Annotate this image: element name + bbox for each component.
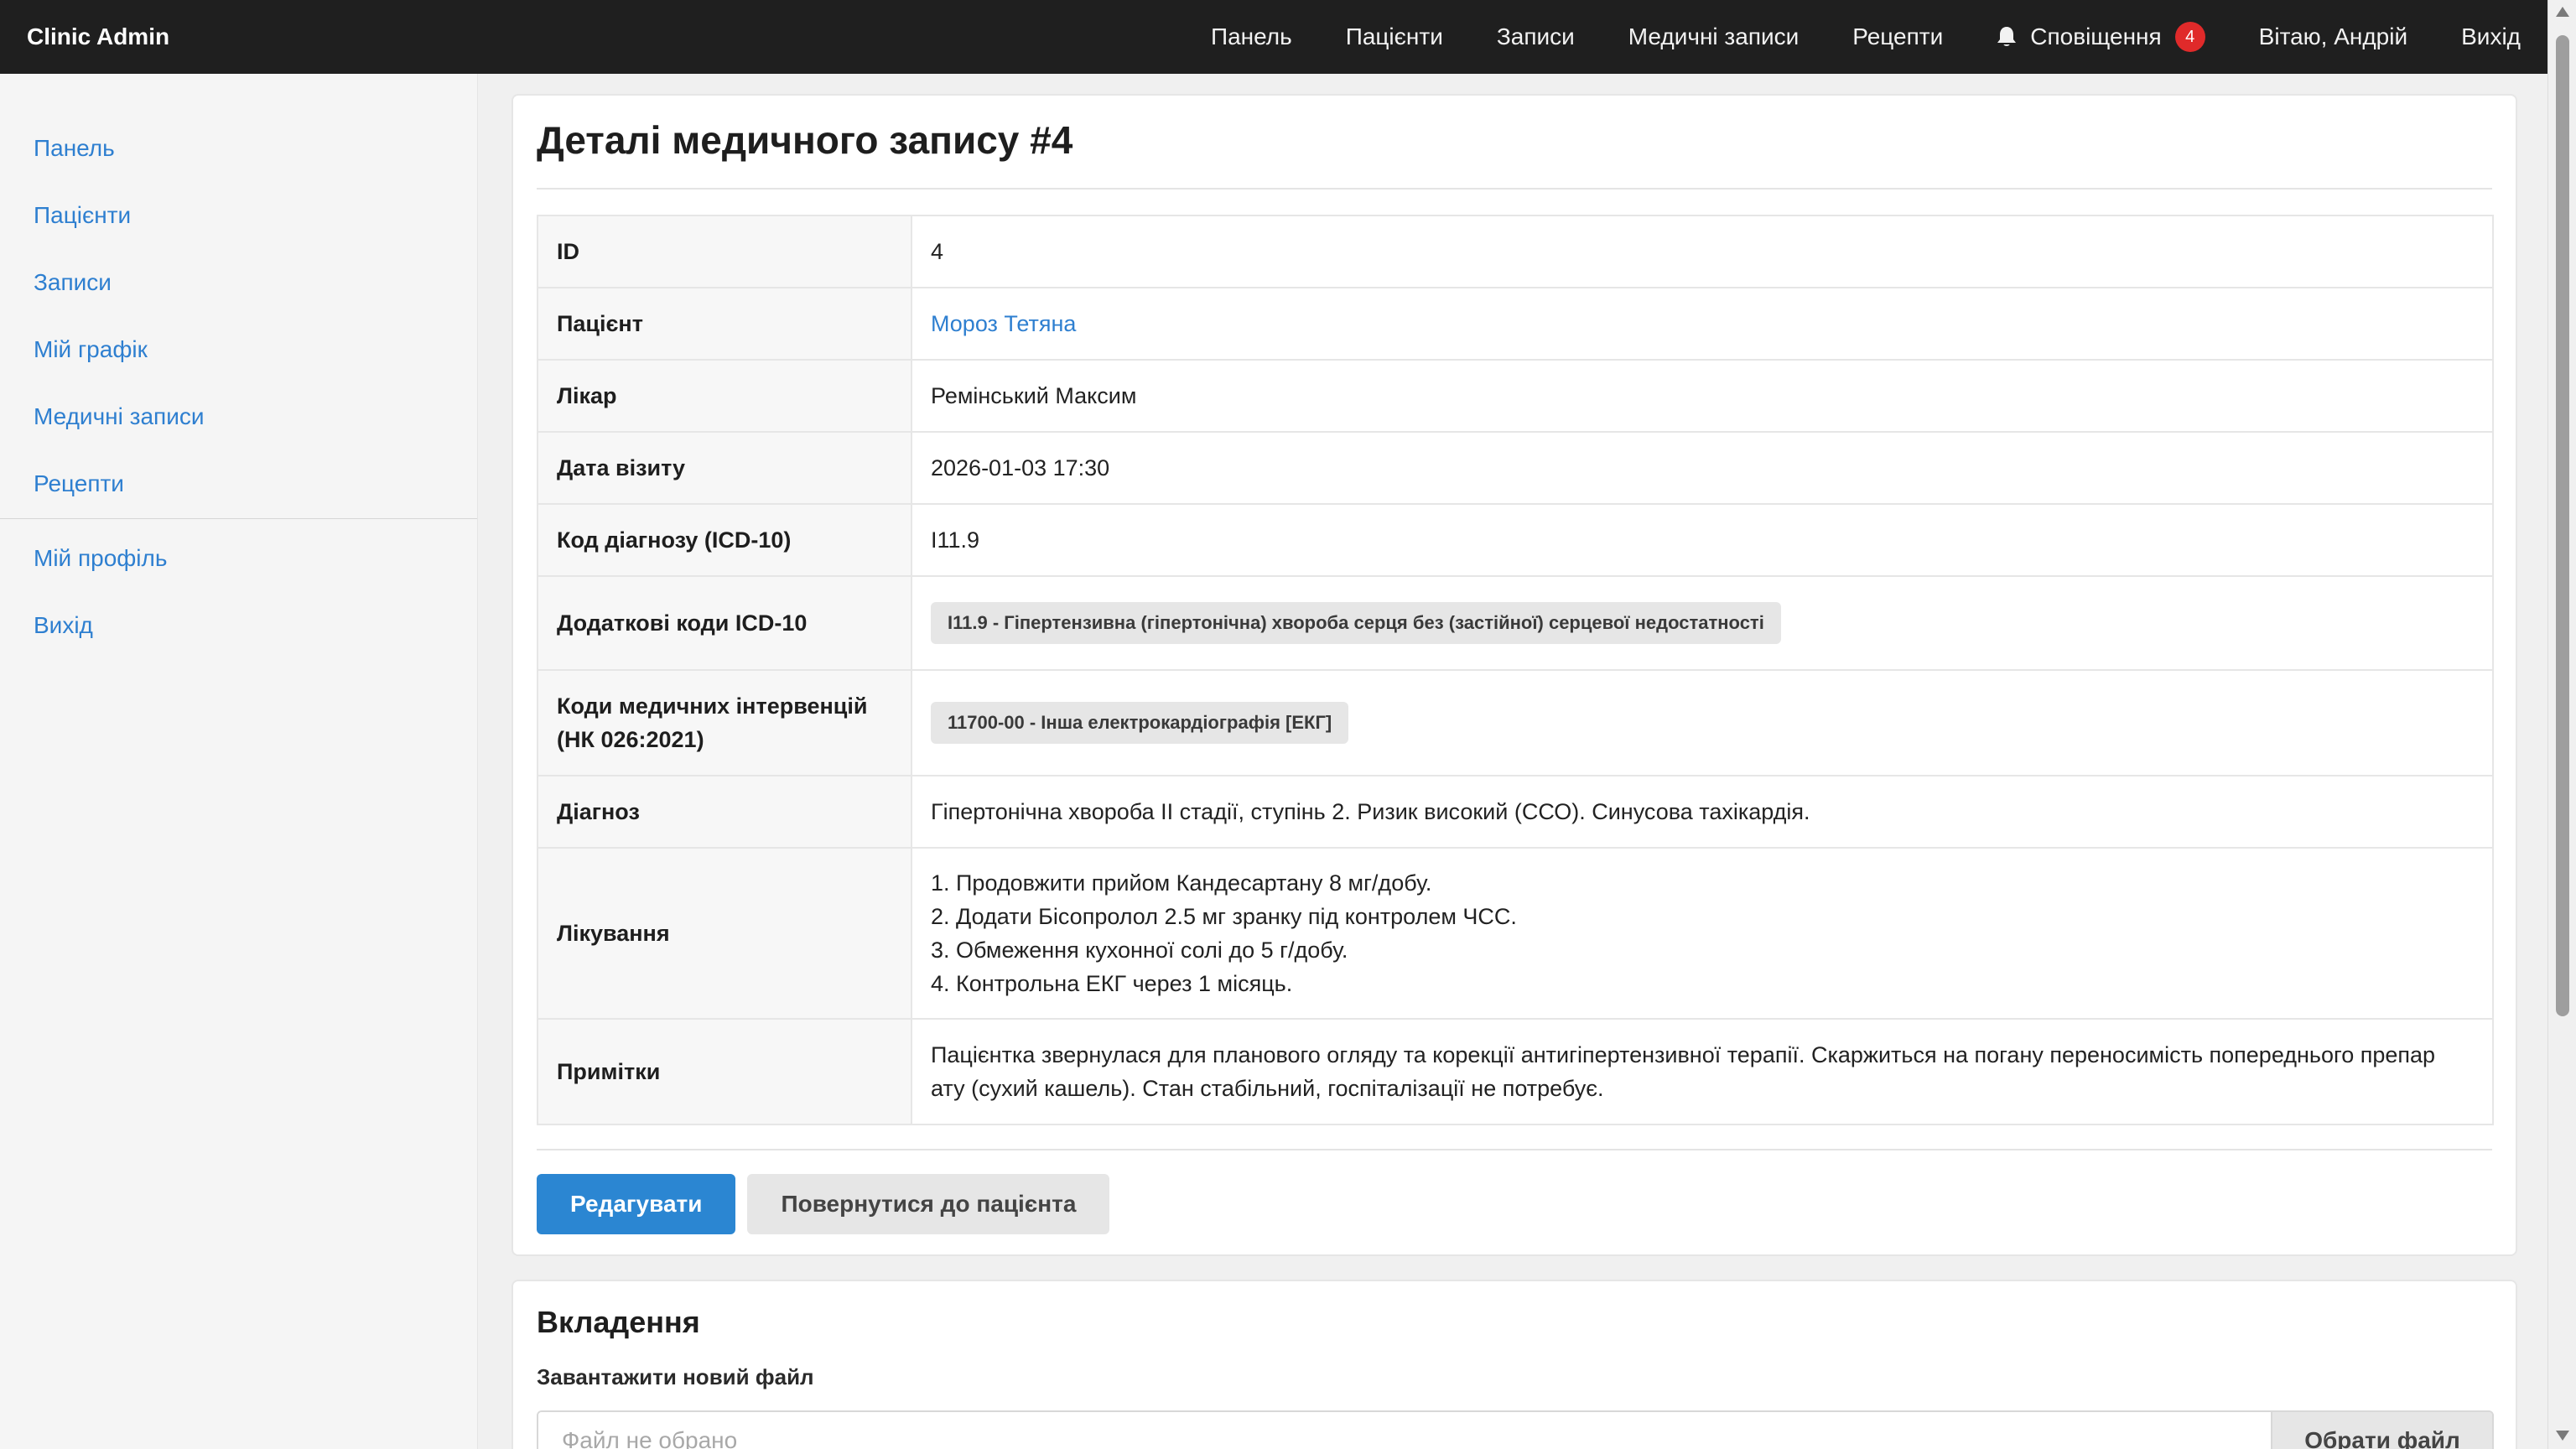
topnav-item-appointments[interactable]: Записи: [1497, 23, 1575, 50]
scroll-down-arrow-icon[interactable]: [2556, 1431, 2569, 1441]
edit-button[interactable]: Редагувати: [537, 1174, 736, 1234]
notes-line: Пацієнтка звернулася для планового огляд…: [931, 1042, 2436, 1067]
notifications-count-badge: 4: [2174, 22, 2205, 52]
interventions-label-line-2: (НК 026:2021): [557, 727, 704, 752]
sidebar-item-logout[interactable]: Вихід: [0, 605, 477, 672]
row-label-diagnosis: Діагноз: [537, 775, 912, 849]
scrollbar-thumb[interactable]: [2556, 35, 2569, 1016]
row-label-notes: Примітки: [537, 1018, 912, 1125]
table-row: Код діагнозу (ICD-10) I11.9: [537, 503, 2494, 577]
record-details-table: ID 4 Пацієнт Мороз Тетяна Лікар Ремінськ…: [537, 215, 2494, 1125]
attachments-title: Вкладення: [537, 1305, 700, 1339]
table-row: Додаткові коди ICD-10 I11.9 - Гіпертензи…: [537, 575, 2494, 671]
sidebar-item-my-profile[interactable]: Мій профіль: [0, 538, 477, 605]
upload-label: Завантажити новий файл: [537, 1364, 814, 1389]
treatment-line: 1. Продовжити прийом Кандесартану 8 мг/д…: [931, 870, 1432, 896]
intervention-code-tag: 11700-00 - Інша електрокардіографія [ЕКГ…: [931, 702, 1349, 744]
icd-code-tag: I11.9 - Гіпертензивна (гіпертонічна) хво…: [931, 602, 1781, 644]
record-actions: Редагувати Повернутися до пацієнта: [537, 1149, 2492, 1234]
row-value-treatment: 1. Продовжити прийом Кандесартану 8 мг/д…: [911, 847, 2494, 1020]
table-row: Пацієнт Мороз Тетяна: [537, 287, 2494, 361]
row-value-patient: Мороз Тетяна: [911, 287, 2494, 361]
row-label-id: ID: [537, 215, 912, 288]
main-content: Деталі медичного запису #4 ID 4 Пацієнт …: [512, 74, 2517, 1449]
table-row: ID 4: [537, 215, 2494, 288]
row-value-doctor: Ремінський Максим: [911, 359, 2494, 433]
topnav-item-patients[interactable]: Пацієнти: [1346, 23, 1443, 50]
patient-link[interactable]: Мороз Тетяна: [931, 311, 1076, 336]
top-nav: Панель Пацієнти Записи Медичні записи Ре…: [1211, 0, 2521, 74]
row-value-notes: Пацієнтка звернулася для планового огляд…: [911, 1018, 2494, 1125]
sidebar-item-dashboard[interactable]: Панель: [0, 127, 477, 195]
sidebar-item-appointments[interactable]: Записи: [0, 262, 477, 329]
brand-logo[interactable]: Clinic Admin: [27, 23, 169, 50]
table-row: Діагноз Гіпертонічна хвороба II стадії, …: [537, 775, 2494, 849]
row-value-extra-codes: I11.9 - Гіпертензивна (гіпертонічна) хво…: [911, 575, 2494, 671]
row-label-interventions: Коди медичних інтервенцій (НК 026:2021): [537, 669, 912, 776]
table-row: Лікар Ремінський Максим: [537, 359, 2494, 433]
treatment-line: 3. Обмеження кухонної солі до 5 г/добу.: [931, 937, 1348, 963]
topnav-logout[interactable]: Вихід: [2461, 23, 2521, 50]
row-label-extra-codes: Додаткові коди ICD-10: [537, 575, 912, 671]
topnav-greeting[interactable]: Вітаю, Андрій: [2259, 23, 2407, 50]
sidebar-divider: [0, 518, 477, 519]
record-details-card: Деталі медичного запису #4 ID 4 Пацієнт …: [512, 94, 2517, 1256]
row-label-diagnosis-code: Код діагнозу (ICD-10): [537, 503, 912, 577]
file-name-input[interactable]: [538, 1412, 2271, 1449]
treatment-line: 2. Додати Бісопролол 2.5 мг зранку під к…: [931, 904, 1517, 929]
sidebar-item-patients[interactable]: Пацієнти: [0, 195, 477, 262]
bell-icon: [1997, 26, 2017, 48]
row-label-visit-date: Дата візиту: [537, 431, 912, 505]
table-row: Примітки Пацієнтка звернулася для планов…: [537, 1018, 2494, 1125]
row-value-id: 4: [911, 215, 2494, 288]
sidebar-item-prescriptions[interactable]: Рецепти: [0, 463, 477, 530]
file-upload-row: Обрати файл: [537, 1410, 2494, 1449]
treatment-line: 4. Контрольна ЕКГ через 1 місяць.: [931, 971, 1293, 996]
notifications-label: Сповіщення: [2030, 23, 2162, 49]
attachments-card: Вкладення Завантажити новий файл Обрати …: [512, 1280, 2517, 1449]
topnav-item-dashboard[interactable]: Панель: [1211, 23, 1292, 50]
row-label-doctor: Лікар: [537, 359, 912, 433]
row-label-patient: Пацієнт: [537, 287, 912, 361]
row-label-treatment: Лікування: [537, 847, 912, 1020]
sidebar: Панель Пацієнти Записи Мій графік Медичн…: [0, 74, 478, 1449]
scroll-up-arrow-icon[interactable]: [2556, 7, 2569, 17]
page-title: Деталі медичного запису #4: [537, 96, 2492, 190]
topnav-notifications[interactable]: Сповіщення 4: [1997, 22, 2205, 52]
top-navbar: Clinic Admin Панель Пацієнти Записи Меди…: [0, 0, 2547, 74]
table-row: Лікування 1. Продовжити прийом Кандесарт…: [537, 847, 2494, 1020]
topnav-item-medical-records[interactable]: Медичні записи: [1628, 23, 1799, 50]
page-scrollbar[interactable]: [2547, 0, 2576, 1449]
choose-file-button[interactable]: Обрати файл: [2271, 1412, 2492, 1449]
sidebar-item-medical-records[interactable]: Медичні записи: [0, 396, 477, 463]
row-value-interventions: 11700-00 - Інша електрокардіографія [ЕКГ…: [911, 669, 2494, 776]
notes-line: ату (сухий кашель). Стан стабільний, гос…: [931, 1076, 1604, 1101]
sidebar-item-my-schedule[interactable]: Мій графік: [0, 329, 477, 396]
row-value-diagnosis: Гіпертонічна хвороба II стадії, ступінь …: [911, 775, 2494, 849]
row-value-visit-date: 2026-01-03 17:30: [911, 431, 2494, 505]
back-to-patient-button[interactable]: Повернутися до пацієнта: [747, 1174, 1110, 1234]
table-row: Дата візиту 2026-01-03 17:30: [537, 431, 2494, 505]
row-value-diagnosis-code: I11.9: [911, 503, 2494, 577]
topnav-item-prescriptions[interactable]: Рецепти: [1852, 23, 1943, 50]
interventions-label-line-1: Коди медичних інтервенцій: [557, 693, 868, 719]
table-row: Коди медичних інтервенцій (НК 026:2021) …: [537, 669, 2494, 776]
